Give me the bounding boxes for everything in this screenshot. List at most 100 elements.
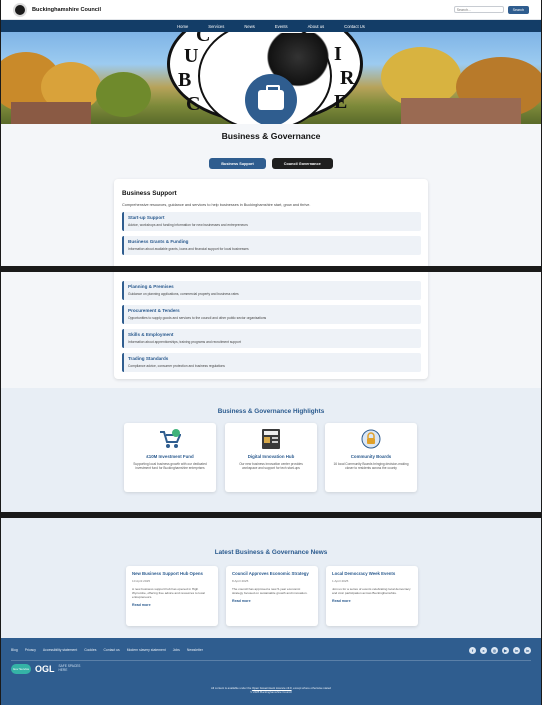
linkedin-icon[interactable]: in [513, 647, 520, 654]
highlight-description: Supporting local business growth with ou… [133, 462, 207, 471]
licence-text: All content is available under the [211, 686, 253, 690]
footer-link-cookies[interactable]: Cookies [84, 648, 103, 652]
highlights-section: Business & Governance Highlights £10M In… [1, 388, 541, 512]
x-icon[interactable]: x [480, 647, 487, 654]
service-item[interactable]: Procurement & Tenders Opportunities to s… [122, 305, 421, 324]
highlight-title: Digital Innovation Hub [247, 454, 295, 459]
highlight-title: Community Boards [350, 454, 392, 459]
read-more-link[interactable]: Read more [332, 599, 412, 603]
council-crest-icon[interactable] [13, 2, 27, 17]
news-headline[interactable]: New Business Support Hub Opens [132, 571, 212, 576]
screen-section-top: Buckinghamshire Council Search Home Serv… [1, 0, 541, 266]
nav-news[interactable]: News [234, 24, 264, 29]
service-description: Information about apprenticeships, train… [128, 340, 241, 344]
site-header: Buckinghamshire Council Search [1, 0, 541, 20]
news-headline[interactable]: Local Democracy Week Events [332, 571, 412, 576]
footer-link-blog[interactable]: Blog [11, 648, 25, 652]
news-date: 8 April 2025 [232, 579, 249, 584]
nav-about[interactable]: About us [298, 24, 335, 29]
linkedin-icon[interactable]: in [524, 647, 531, 654]
search-input[interactable] [453, 6, 504, 13]
service-item[interactable]: Planning & Premises Guidance on planning… [122, 281, 421, 300]
seal-letter: R [340, 67, 355, 89]
service-description: Opportunities to supply goods and servic… [128, 316, 267, 320]
tab-business-support[interactable]: Business Support [209, 158, 266, 169]
licence-text: , except where otherwise stated [291, 686, 331, 690]
nav-home[interactable]: Home [167, 24, 198, 29]
service-item[interactable]: Skills & Employment Information about ap… [122, 329, 421, 348]
highlight-card[interactable]: Digital Innovation Hub Our new business … [225, 423, 317, 492]
nav-contact[interactable]: Contact Us [334, 24, 375, 29]
main-nav: Home Services News Events About us Conta… [1, 20, 541, 32]
service-description: Information about available grants, loan… [128, 247, 249, 251]
service-item[interactable]: Start-up Support Advice, workshops and f… [122, 212, 421, 231]
news-card[interactable]: New Business Support Hub Opens 10 April … [126, 566, 218, 626]
footer-divider [11, 660, 531, 661]
highlight-card[interactable]: Community Boards 16 local Community Boar… [325, 423, 417, 492]
youtube-icon[interactable]: ▶ [502, 647, 509, 654]
copyright: © 2025 Buckinghamshire Council [250, 690, 292, 695]
service-item[interactable]: Trading Standards Compliance advice, con… [122, 353, 421, 372]
nav-services[interactable]: Services [198, 24, 234, 29]
business-support-card: Business Support Comprehensive resources… [114, 179, 428, 266]
business-support-title: Business Support [122, 190, 177, 197]
footer-link-jobs[interactable]: Jobs [173, 648, 187, 652]
service-title[interactable]: Trading Standards [128, 356, 417, 361]
brand-name[interactable]: Buckinghamshire Council [32, 7, 101, 13]
service-description: Advice, workshops and funding informatio… [128, 223, 248, 227]
business-support-description: Comprehensive resources, guidance and se… [122, 203, 311, 207]
news-summary: A new business support hub has opened in… [132, 587, 205, 600]
nav-events[interactable]: Events [265, 24, 298, 29]
footer-links: Blog Privacy Accessibility statement Coo… [1, 638, 541, 652]
read-more-link[interactable]: Read more [132, 603, 212, 607]
read-more-link[interactable]: Read more [232, 599, 312, 603]
news-card[interactable]: Council Approves Economic Strategy 8 Apr… [226, 566, 318, 626]
page-title: Business & Governance [221, 131, 321, 141]
green-tree [96, 72, 151, 117]
search-button[interactable]: Search [507, 5, 529, 14]
seal-letter: U [184, 45, 199, 67]
tab-council-governance[interactable]: Council Governance [271, 158, 333, 169]
service-item[interactable]: Business Grants & Funding Information ab… [122, 236, 421, 255]
seal-letter: C [186, 93, 201, 115]
instagram-icon[interactable]: ◎ [491, 647, 498, 654]
highlight-card[interactable]: £10M Investment Fund Supporting local bu… [124, 423, 216, 492]
footer-link-privacy[interactable]: Privacy [25, 648, 43, 652]
news-headline[interactable]: Council Approves Economic Strategy [232, 571, 312, 576]
service-title[interactable]: Procurement & Tenders [128, 308, 417, 313]
news-section: Latest Business & Governance News New Bu… [1, 518, 541, 638]
licence-note: All content is available under the Open … [1, 686, 541, 694]
footer-link-accessibility[interactable]: Accessibility statement [43, 648, 84, 652]
service-title[interactable]: Planning & Premises [128, 284, 417, 289]
screen-section-bottom: Latest Business & Governance News New Bu… [1, 518, 541, 705]
hero-banner: B U C I R E C [1, 32, 541, 124]
service-description: Compliance advice, consumer protection a… [128, 364, 225, 368]
footer-logos: Gov Service OGL SAFE SPACES HERE [11, 664, 80, 674]
seal-letter: B [178, 69, 192, 91]
seal-letter: E [334, 91, 348, 113]
building [11, 102, 91, 124]
footer-link-modern-slavery[interactable]: Modern slavery statement [127, 648, 173, 652]
section-tabs: Business Support Council Governance [1, 158, 541, 169]
news-date: 1 April 2025 [332, 579, 349, 584]
service-description: Guidance on planning applications, comme… [128, 292, 239, 296]
building [401, 98, 521, 124]
footer-link-contact[interactable]: Contact us [103, 648, 126, 652]
highlight-title: £10M Investment Fund [146, 454, 194, 459]
screen-section-middle: Planning & Premises Guidance on planning… [1, 272, 541, 512]
safe-spaces-logo: SAFE SPACES HERE [58, 664, 81, 673]
news-summary: Join us for a series of events celebrati… [332, 587, 411, 596]
business-support-card-continued: Planning & Premises Guidance on planning… [114, 272, 428, 379]
service-title[interactable]: Business Grants & Funding [128, 239, 417, 244]
ogl-logo[interactable]: OGL [35, 664, 55, 674]
gov-service-logo: Gov Service [11, 664, 31, 674]
safe-spaces-line: HERE [58, 668, 68, 672]
service-title[interactable]: Skills & Employment [128, 332, 417, 337]
footer-link-newsletter[interactable]: Newsletter [187, 648, 210, 652]
news-card[interactable]: Local Democracy Week Events 1 April 2025… [326, 566, 418, 626]
news-title: Latest Business & Governance News [214, 549, 328, 556]
highlight-description: 16 local Community Boards bringing decis… [333, 462, 409, 471]
service-title[interactable]: Start-up Support [128, 215, 417, 220]
facebook-icon[interactable]: f [469, 647, 476, 654]
site-footer: Blog Privacy Accessibility statement Coo… [1, 638, 541, 705]
